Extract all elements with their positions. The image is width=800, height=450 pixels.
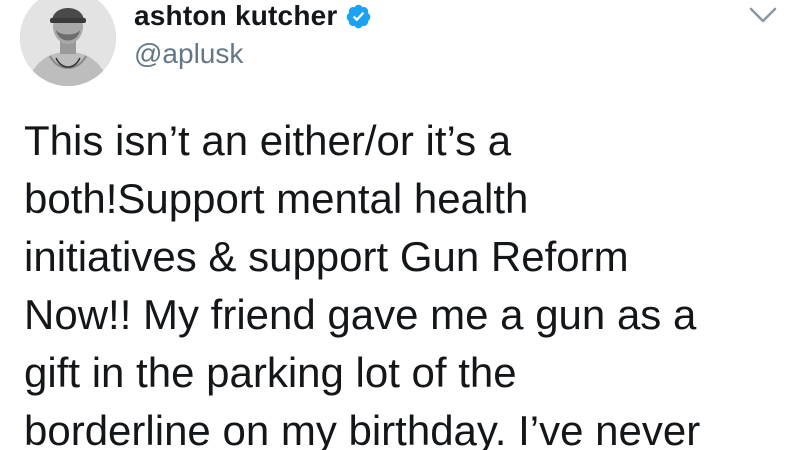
- author-display-name[interactable]: ashton kutcher: [134, 0, 338, 32]
- verified-badge-icon: [346, 4, 370, 28]
- avatar-image: [20, 0, 116, 86]
- author-name-row[interactable]: ashton kutcher: [134, 0, 372, 34]
- tweet-text: This isn’t an either/or it’s a both!Supp…: [24, 117, 701, 450]
- chevron-down-icon[interactable]: [748, 4, 778, 26]
- author-handle[interactable]: @aplusk: [134, 38, 243, 70]
- avatar[interactable]: [20, 0, 116, 86]
- tweet-card: ashton kutcher @aplusk This isn’t an eit…: [0, 0, 800, 450]
